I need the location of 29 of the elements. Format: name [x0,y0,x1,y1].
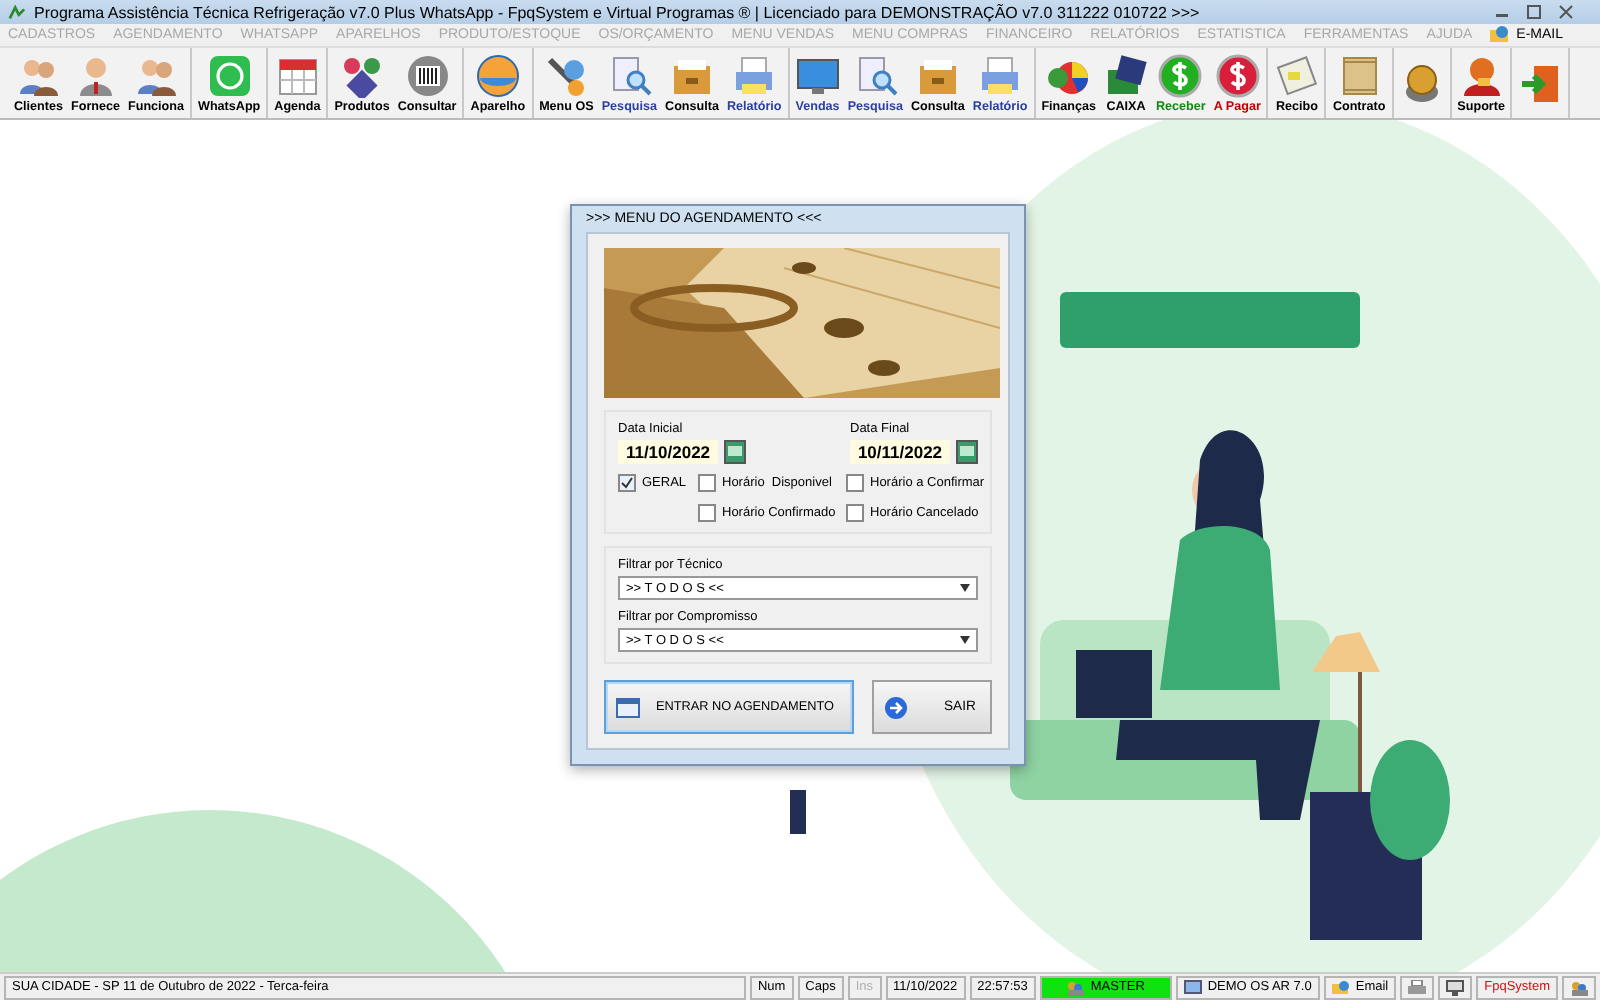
calendar-icon [275,53,320,97]
monitor-icon[interactable] [1183,979,1202,995]
scroll-icon [1337,53,1382,97]
app-icon [8,3,26,21]
close-icon[interactable] [1556,4,1576,20]
tools-icon [544,53,589,97]
book-icon [1104,53,1148,97]
dollar-icon [1158,53,1203,97]
users-icon[interactable] [1570,979,1588,995]
monitor-icon[interactable] [1446,979,1465,995]
support-icon [1459,53,1504,97]
mail-icon[interactable] [1331,979,1350,995]
mail-icon [1490,26,1511,44]
dollar-icon [1215,53,1260,97]
users-icon [1066,979,1085,995]
search-icon [607,53,652,97]
exit-icon [1518,61,1563,105]
search-icon [853,53,898,97]
maximize-icon[interactable] [1524,4,1544,20]
printer-icon[interactable] [1408,979,1427,995]
chat-icon [207,53,252,97]
monitor-icon [795,53,840,97]
window-title: Programa Assistência Técnica Refrigeração v7.0 Plus WhatsApp - FpqSystem e Virtual Programas ® | Licenciado para DEMONSTRAÇÃO v7.0 311222 010722 >>> [34,3,1202,21]
disc-icon [475,53,520,97]
shapes-icon [340,53,385,97]
receipt-icon [1274,53,1319,97]
barcode-icon [405,53,450,97]
printer-icon [978,53,1023,97]
printer-icon [732,53,777,97]
